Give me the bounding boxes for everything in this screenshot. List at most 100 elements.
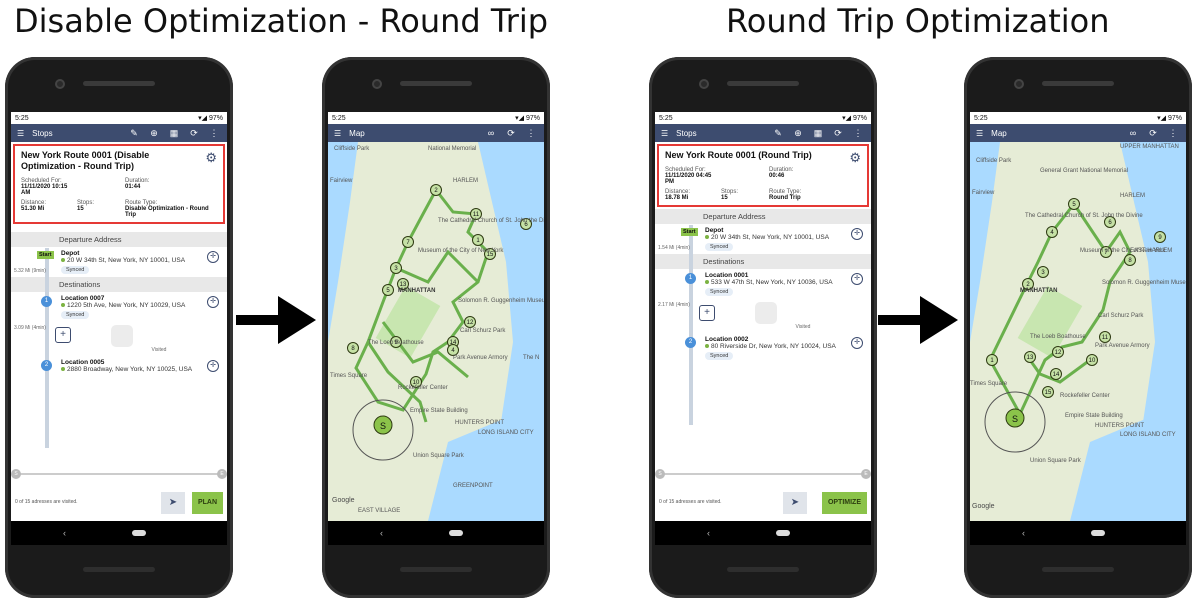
optimize-icon[interactable]: ⟳ bbox=[1146, 128, 1160, 139]
map-icon[interactable]: ▦ bbox=[167, 128, 181, 139]
menu-icon[interactable]: ☰ bbox=[661, 129, 668, 138]
route-icon[interactable]: ∞ bbox=[484, 128, 498, 138]
add-note-icon[interactable]: + bbox=[699, 304, 715, 321]
navigate-icon[interactable]: ✛ bbox=[851, 227, 863, 240]
bottom-bar: 0 of 15 adresses are visited. ➤ OPTIMIZE bbox=[655, 483, 871, 521]
map-view[interactable]: 5 4 6 9 7 8 3 2 13 12 11 14 1 10 15 S UPPER MANHATTAN C… bbox=[970, 142, 1186, 521]
menu-icon[interactable]: ☰ bbox=[17, 129, 24, 138]
distance-value: 51.30 Mi bbox=[21, 205, 45, 212]
optimize-icon[interactable]: ⟳ bbox=[504, 128, 518, 139]
navigate-button[interactable]: ➤ bbox=[161, 492, 185, 514]
bottom-speaker bbox=[83, 567, 155, 572]
back-icon[interactable]: ‹ bbox=[707, 528, 710, 538]
destinations-header: Destinations bbox=[11, 276, 227, 292]
stop-row[interactable]: 2 Location 0002 80 Riverside Dr, New Yor… bbox=[655, 333, 871, 363]
edit-icon[interactable]: ✎ bbox=[771, 128, 785, 139]
depot-row[interactable]: Start Depot 20 W 34th St, New York, NY 1… bbox=[11, 247, 227, 277]
duration-value: 00:46 bbox=[769, 172, 785, 179]
navigate-icon[interactable]: ✛ bbox=[851, 272, 863, 285]
status-battery: ▾◢ 97% bbox=[515, 115, 540, 122]
more-icon[interactable]: ⋮ bbox=[851, 128, 865, 139]
back-icon[interactable]: ‹ bbox=[380, 528, 383, 538]
stop-row[interactable]: 2 Location 0005 2880 Broadway, New York,… bbox=[11, 356, 227, 376]
scrubber-end: E bbox=[861, 469, 871, 479]
scheduled-value: 11/11/2020 04:45 PM bbox=[665, 172, 712, 185]
home-icon[interactable] bbox=[132, 530, 146, 536]
home-icon[interactable] bbox=[1091, 530, 1105, 536]
add-icon[interactable]: ⊕ bbox=[147, 128, 161, 139]
map-label: The Cathedral Church of St. John the Div… bbox=[1025, 213, 1143, 219]
map-label: Rockefeller Center bbox=[1060, 393, 1110, 399]
route-type-value: Disable Optimization - Round Trip bbox=[125, 205, 209, 218]
progress-scrubber[interactable]: S E bbox=[11, 469, 227, 479]
optimize-icon[interactable]: ⟳ bbox=[831, 128, 845, 139]
synced-badge: Synced bbox=[705, 242, 734, 251]
map-label: Fairview bbox=[330, 178, 353, 184]
system-nav-bar: ‹ bbox=[328, 521, 544, 545]
duration-value: 01:44 bbox=[125, 183, 141, 190]
depot-row[interactable]: Start Depot 20 W 34th St, New York, NY 1… bbox=[655, 224, 871, 254]
more-icon[interactable]: ⋮ bbox=[1166, 128, 1180, 139]
map-label: EAST VILLAGE bbox=[358, 508, 400, 514]
gear-icon[interactable]: ⚙ bbox=[205, 150, 217, 166]
system-nav-bar: ‹ bbox=[970, 521, 1186, 545]
scrubber-end: E bbox=[217, 469, 227, 479]
stop-name: Location 0005 bbox=[61, 358, 105, 366]
home-icon[interactable] bbox=[776, 530, 790, 536]
depot-address: 20 W 34th St, New York, NY 10001, USA bbox=[67, 256, 186, 264]
navigate-icon[interactable]: ✛ bbox=[207, 295, 219, 308]
route-name: New York Route 0001 (Round Trip) bbox=[665, 150, 812, 160]
stop-name: Location 0001 bbox=[705, 271, 749, 279]
depot-marker[interactable]: S bbox=[380, 421, 386, 431]
fingerprint-icon[interactable] bbox=[755, 301, 777, 324]
app-bar: ☰ Stops ✎ ⊕ ▦ ⟳ ⋮ bbox=[655, 124, 871, 142]
navigate-icon[interactable]: ✛ bbox=[207, 250, 219, 263]
home-icon[interactable] bbox=[449, 530, 463, 536]
stop-row[interactable]: 1 Location 0001 533 W 47th St, New York,… bbox=[655, 269, 871, 333]
map-canvas[interactable]: 54697832131211141 1015 S UPPER MANHATTANC… bbox=[970, 142, 1186, 521]
bottom-speaker bbox=[727, 567, 799, 572]
route-type-value: Round Trip bbox=[769, 194, 801, 201]
start-badge: Start bbox=[681, 227, 698, 236]
add-icon[interactable]: ⊕ bbox=[791, 128, 805, 139]
synced-badge: Synced bbox=[705, 287, 734, 296]
screen-title: Map bbox=[991, 128, 1007, 138]
depot-marker[interactable]: S bbox=[1012, 414, 1018, 424]
map-label: Carl Schurz Park bbox=[1098, 313, 1144, 319]
fingerprint-icon[interactable] bbox=[111, 324, 133, 347]
back-icon[interactable]: ‹ bbox=[63, 528, 66, 538]
map-label: Empire State Building bbox=[410, 408, 468, 414]
more-icon[interactable]: ⋮ bbox=[207, 128, 221, 139]
more-icon[interactable]: ⋮ bbox=[524, 128, 538, 139]
status-battery: ▾◢ 97% bbox=[198, 115, 223, 122]
plan-button[interactable]: PLAN bbox=[191, 492, 223, 514]
map-label: Empire State Building bbox=[1065, 413, 1123, 419]
right-heading: Round Trip Optimization bbox=[726, 2, 1110, 40]
optimize-button[interactable]: OPTIMIZE bbox=[821, 492, 867, 514]
optimize-icon[interactable]: ⟳ bbox=[187, 128, 201, 139]
map-icon[interactable]: ▦ bbox=[811, 128, 825, 139]
back-icon[interactable]: ‹ bbox=[1022, 528, 1025, 538]
status-bar: 5:25 ▾◢ 97% bbox=[11, 112, 227, 124]
map-label: Google bbox=[972, 503, 995, 510]
map-label: LONG ISLAND CITY bbox=[478, 430, 534, 436]
menu-icon[interactable]: ☰ bbox=[976, 129, 983, 138]
add-note-icon[interactable]: + bbox=[55, 327, 71, 344]
edit-icon[interactable]: ✎ bbox=[127, 128, 141, 139]
menu-icon[interactable]: ☰ bbox=[334, 129, 341, 138]
camera bbox=[372, 79, 382, 89]
map-canvas[interactable]: 211763115513121498 410 S Cliffside Park Na… bbox=[328, 142, 544, 521]
navigate-icon[interactable]: ✛ bbox=[207, 359, 219, 372]
gear-icon[interactable]: ⚙ bbox=[849, 150, 861, 166]
speaker bbox=[1042, 81, 1114, 86]
map-view[interactable]: 2 11 7 6 3 1 15 5 13 12 14 9 8 4 10 S Cliffside Park Na… bbox=[328, 142, 544, 521]
depot-name: Depot bbox=[705, 226, 724, 234]
navigate-button[interactable]: ➤ bbox=[783, 492, 807, 514]
progress-scrubber[interactable]: S E bbox=[655, 469, 871, 479]
map-label: HUNTERS POINT bbox=[1095, 423, 1144, 429]
status-time: 5:25 bbox=[974, 114, 988, 122]
navigate-icon[interactable]: ✛ bbox=[851, 336, 863, 349]
route-icon[interactable]: ∞ bbox=[1126, 128, 1140, 138]
stop-row[interactable]: 1 Location 0007 1220 5th Ave, New York, … bbox=[11, 292, 227, 356]
phone-stops-disable-optimization: 5:25 ▾◢ 97% ☰ Stops ✎ ⊕ ▦ ⟳ ⋮ New York R… bbox=[5, 57, 233, 598]
